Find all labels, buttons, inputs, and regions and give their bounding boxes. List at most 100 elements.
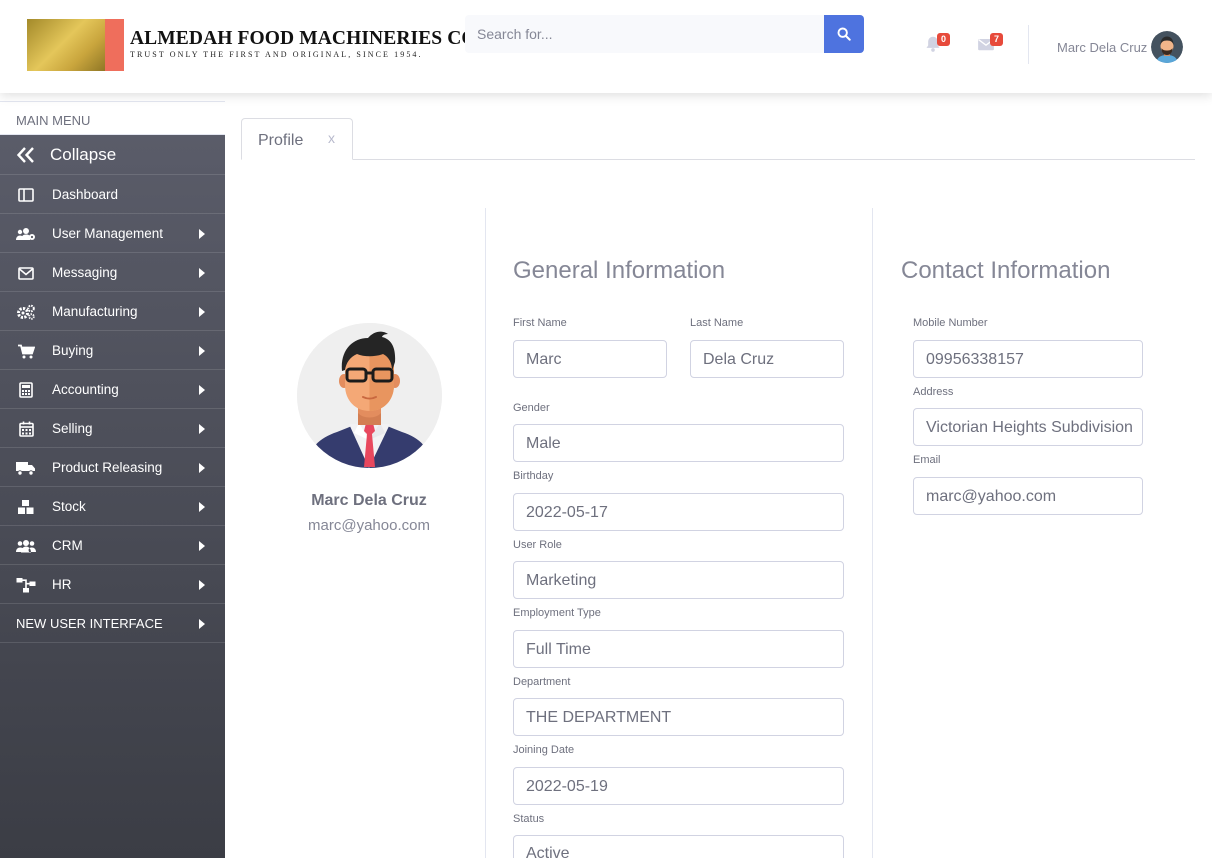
alerts-badge: 0 xyxy=(937,33,950,46)
tab-profile-label: Profile xyxy=(258,132,304,149)
status-field[interactable]: Active xyxy=(513,835,844,858)
profile-email: marc@yahoo.com xyxy=(308,517,430,534)
boxes-icon xyxy=(16,498,36,516)
dashboard-icon xyxy=(16,186,36,204)
birthday-label: Birthday xyxy=(513,470,554,482)
caret-right-icon xyxy=(199,268,205,278)
joining-date-field[interactable]: 2022-05-19 xyxy=(513,767,844,805)
envelope-icon xyxy=(16,264,36,282)
joining-date-label: Joining Date xyxy=(513,744,575,756)
tab-close-button[interactable]: x xyxy=(328,130,335,146)
sidebar-item-label: NEW USER INTERFACE xyxy=(16,615,163,631)
department-label: Department xyxy=(513,676,571,688)
profile-name: Marc Dela Cruz xyxy=(311,492,427,509)
sidebar-item-label: Dashboard xyxy=(52,186,119,202)
sidebar-item-manufacturing[interactable]: Manufacturing xyxy=(0,292,225,331)
sidebar: Collapse Dashboard User Management Messa… xyxy=(0,135,225,858)
last-name-field[interactable]: Dela Cruz xyxy=(690,340,844,378)
caret-right-icon xyxy=(199,580,205,590)
profile-picture xyxy=(297,323,442,468)
messages-badge: 7 xyxy=(990,33,1003,46)
logo-red-block xyxy=(105,19,124,71)
address-label: Address xyxy=(913,386,954,398)
truck-icon xyxy=(16,459,36,477)
sidebar-item-dashboard[interactable]: Dashboard xyxy=(0,175,225,214)
search-icon xyxy=(837,27,851,41)
caret-right-icon xyxy=(199,385,205,395)
sidebar-item-crm[interactable]: CRM xyxy=(0,526,225,565)
sidebar-item-hr[interactable]: HR xyxy=(0,565,225,604)
caret-right-icon xyxy=(199,229,205,239)
topbar: ALMEDAH FOOD MACHINERIES CORP TRUST ONLY… xyxy=(0,0,1212,93)
gender-label: Gender xyxy=(513,402,550,414)
sidebar-item-label: Selling xyxy=(52,420,93,436)
sidebar-item-label: User Management xyxy=(52,225,164,241)
sidebar-item-label: Stock xyxy=(52,498,86,514)
email-label: Email xyxy=(913,454,941,466)
user-role-field[interactable]: Marketing xyxy=(513,561,844,599)
calculator-icon xyxy=(16,381,36,399)
search-input[interactable] xyxy=(465,15,824,53)
sidebar-item-stock[interactable]: Stock xyxy=(0,487,225,526)
sidebar-item-label: Accounting xyxy=(52,381,119,397)
caret-right-icon xyxy=(199,463,205,473)
logo-title: ALMEDAH FOOD MACHINERIES CORP xyxy=(130,28,465,49)
caret-right-icon xyxy=(199,619,205,629)
gender-field[interactable]: Male xyxy=(513,424,844,462)
sidebar-item-label: CRM xyxy=(52,537,83,553)
sitemap-icon xyxy=(16,576,36,594)
sidebar-item-messaging[interactable]: Messaging xyxy=(0,253,225,292)
user-role-label: User Role xyxy=(513,539,562,551)
employment-type-label: Employment Type xyxy=(513,607,601,619)
users-icon xyxy=(16,537,36,555)
calendar-icon xyxy=(16,420,36,438)
user-name[interactable]: Marc Dela Cruz xyxy=(1057,40,1147,55)
email-field[interactable]: marc@yahoo.com xyxy=(913,477,1143,515)
sidebar-item-label: Manufacturing xyxy=(52,303,138,319)
last-name-label: Last Name xyxy=(690,317,744,329)
caret-right-icon xyxy=(199,502,205,512)
birthday-field[interactable]: 2022-05-17 xyxy=(513,493,844,531)
sidebar-item-buying[interactable]: Buying xyxy=(0,331,225,370)
sidebar-item-user-management[interactable]: User Management xyxy=(0,214,225,253)
company-logo[interactable]: ALMEDAH FOOD MACHINERIES CORP TRUST ONLY… xyxy=(27,19,465,71)
sidebar-item-accounting[interactable]: Accounting xyxy=(0,370,225,409)
mobile-number-field[interactable]: 09956338157 xyxy=(913,340,1143,378)
double-chevron-left-icon xyxy=(16,146,36,164)
logo-gold-block xyxy=(27,19,107,71)
first-name-label: First Name xyxy=(513,317,567,329)
tab-profile[interactable]: Profile x xyxy=(241,118,353,160)
sidebar-collapse[interactable]: Collapse xyxy=(0,135,225,175)
users-cog-icon xyxy=(16,225,36,243)
employment-type-field[interactable]: Full Time xyxy=(513,630,844,668)
address-field[interactable]: Victorian Heights Subdivision xyxy=(913,408,1143,446)
sidebar-header: MAIN MENU xyxy=(0,101,225,135)
general-information-title: General Information xyxy=(513,257,726,284)
sidebar-item-label: Messaging xyxy=(52,264,118,280)
caret-right-icon xyxy=(199,541,205,551)
search-bar xyxy=(465,15,864,53)
tab-bar-line xyxy=(241,159,1195,160)
status-label: Status xyxy=(513,813,545,825)
user-avatar[interactable] xyxy=(1151,31,1183,63)
logo-tagline: TRUST ONLY THE FIRST AND ORIGINAL, SINCE… xyxy=(130,50,423,59)
caret-right-icon xyxy=(199,307,205,317)
sidebar-item-product-releasing[interactable]: Product Releasing xyxy=(0,448,225,487)
sidebar-item-new-user-interface[interactable]: NEW USER INTERFACE xyxy=(0,604,225,643)
sidebar-item-label: Buying xyxy=(52,342,94,358)
search-button[interactable] xyxy=(824,15,864,53)
sidebar-collapse-label: Collapse xyxy=(50,144,117,164)
sidebar-item-selling[interactable]: Selling xyxy=(0,409,225,448)
department-field[interactable]: THE DEPARTMENT xyxy=(513,698,844,736)
sidebar-item-label: HR xyxy=(52,576,72,592)
messages-button[interactable]: 7 xyxy=(977,31,1007,55)
caret-right-icon xyxy=(199,424,205,434)
mobile-number-label: Mobile Number xyxy=(913,317,988,329)
first-name-field[interactable]: Marc xyxy=(513,340,667,378)
contact-information-title: Contact Information xyxy=(901,257,1111,284)
caret-right-icon xyxy=(199,346,205,356)
cart-icon xyxy=(16,342,36,360)
alerts-button[interactable]: 0 xyxy=(924,31,954,55)
sidebar-item-label: Product Releasing xyxy=(52,459,163,475)
column-divider xyxy=(872,208,873,858)
